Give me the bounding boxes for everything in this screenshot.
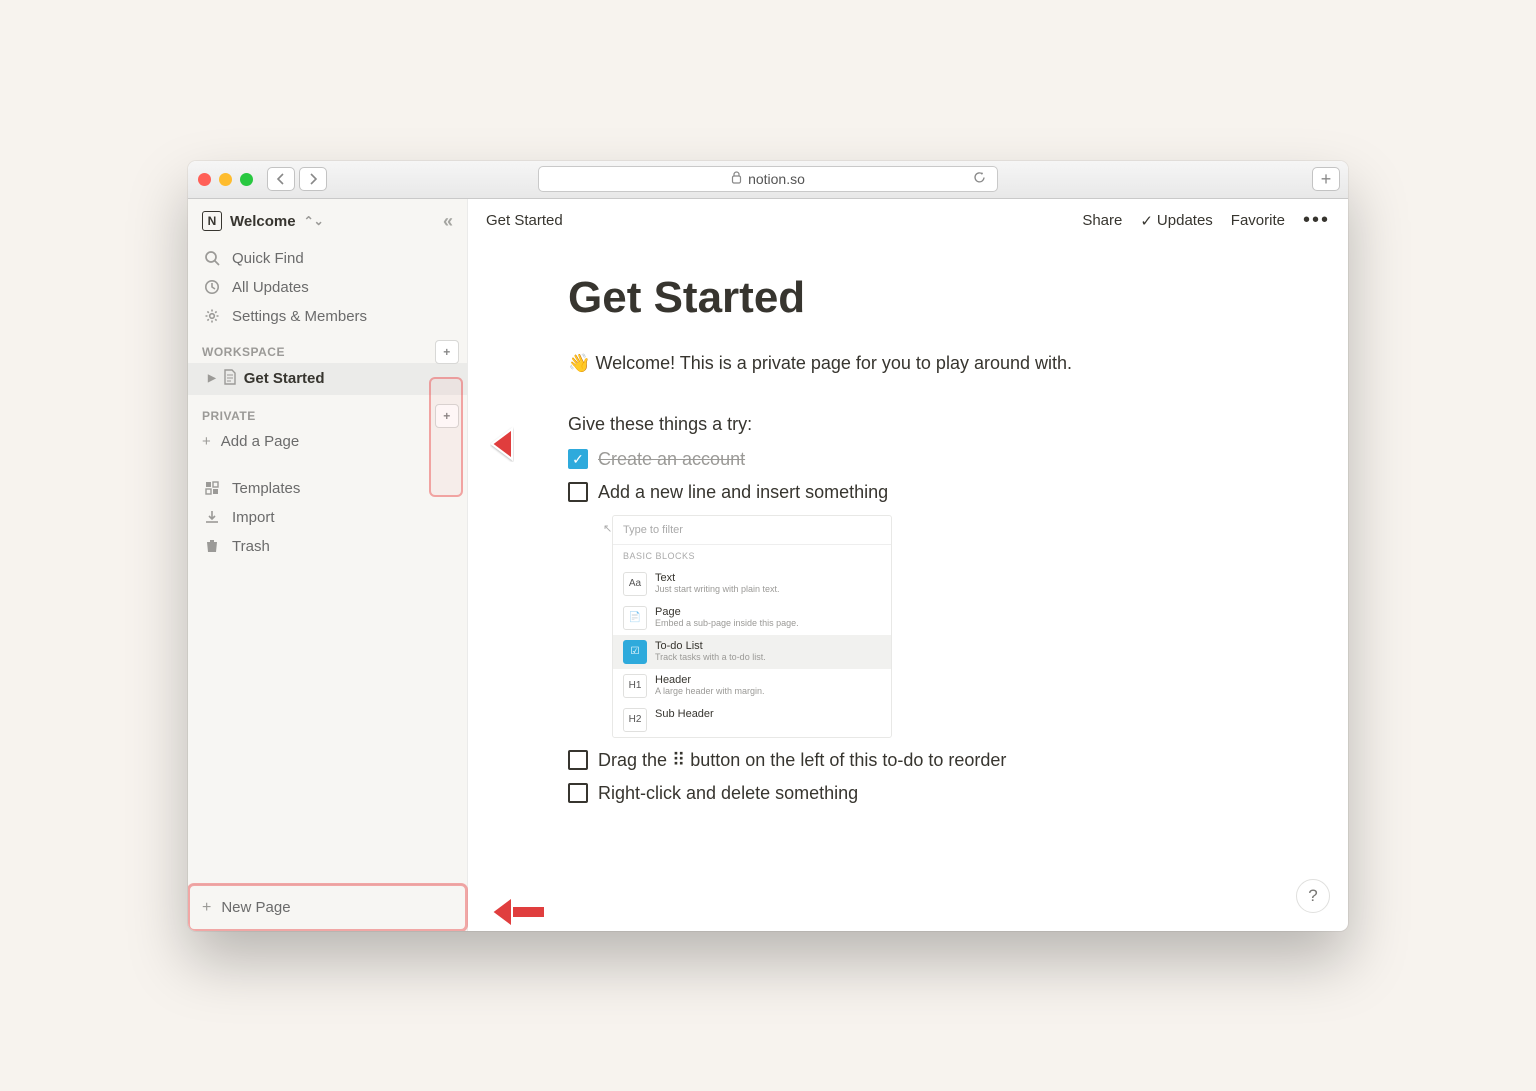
todo-item-2[interactable]: Drag the ⠿ button on the left of this to… [568, 750, 1248, 771]
window-controls [198, 173, 253, 186]
chevron-updown-icon: ⌃⌄ [304, 214, 324, 228]
collapse-sidebar-icon[interactable]: « [443, 211, 453, 232]
reload-icon[interactable] [972, 170, 987, 188]
forward-button[interactable] [299, 167, 327, 191]
templates-label: Templates [232, 480, 300, 497]
trash-icon [202, 538, 222, 554]
trash-label: Trash [232, 538, 270, 555]
titlebar: notion.so + [188, 161, 1348, 199]
todo-text: Create an account [598, 449, 745, 470]
browser-window: notion.so + N Welcome ⌃⌄ « Quick Find [188, 161, 1348, 931]
checkbox[interactable] [568, 783, 588, 803]
trash[interactable]: Trash [188, 532, 467, 561]
lock-icon [731, 171, 742, 187]
menu-item-todo: ☑ To-do ListTrack tasks with a to-do lis… [613, 635, 891, 669]
menu-item-text: Aa TextJust start writing with plain tex… [613, 567, 891, 601]
clock-icon [202, 279, 222, 295]
quick-find-label: Quick Find [232, 250, 304, 267]
todo-item-3[interactable]: Right-click and delete something [568, 783, 1248, 804]
close-window-button[interactable] [198, 173, 211, 186]
maximize-window-button[interactable] [240, 173, 253, 186]
templates[interactable]: Templates [188, 474, 467, 503]
todo-text: Right-click and delete something [598, 783, 858, 804]
all-updates-label: All Updates [232, 279, 309, 296]
workspace-name: Welcome [230, 213, 296, 230]
favorite-button[interactable]: Favorite [1231, 212, 1285, 229]
page-content: Get Started 👋 Welcome! This is a private… [468, 243, 1348, 931]
menu-item-header: H1 HeaderA large header with margin. [613, 669, 891, 703]
workspace-switcher[interactable]: N Welcome ⌃⌄ « [188, 199, 467, 244]
checkbox[interactable] [568, 482, 588, 502]
topbar: Get Started Share ✓ Updates Favorite ••• [468, 199, 1348, 243]
private-section-header: PRIVATE + [188, 395, 467, 427]
url-text: notion.so [748, 171, 805, 187]
checkbox[interactable] [568, 750, 588, 770]
new-page-label: New Page [221, 899, 290, 916]
more-menu-button[interactable]: ••• [1303, 209, 1330, 232]
url-bar[interactable]: notion.so [538, 166, 998, 192]
back-button[interactable] [267, 167, 295, 191]
help-button[interactable]: ? [1296, 879, 1330, 913]
check-icon: ✓ [1140, 212, 1153, 230]
add-a-page[interactable]: + Add a Page [188, 427, 467, 456]
sidebar-page-label: Get Started [244, 370, 325, 387]
all-updates[interactable]: All Updates [188, 273, 467, 302]
new-tab-button[interactable]: + [1312, 167, 1340, 191]
workspace-section-header: WORKSPACE + [188, 331, 467, 363]
import[interactable]: Import [188, 503, 467, 532]
try-heading: Give these things a try: [568, 414, 1248, 435]
todo-item-1[interactable]: Add a new line and insert something [568, 482, 1248, 503]
add-workspace-page-button[interactable]: + [435, 340, 459, 364]
menu-section-label: BASIC BLOCKS [613, 545, 891, 567]
menu-search: ↖ Type to filter [613, 516, 891, 545]
notion-logo-icon: N [202, 211, 222, 231]
templates-icon [202, 480, 222, 496]
settings-label: Settings & Members [232, 308, 367, 325]
plus-icon: + [202, 433, 211, 450]
plus-icon: + [202, 899, 211, 917]
quick-find[interactable]: Quick Find [188, 244, 467, 273]
checkbox-checked[interactable]: ✓ [568, 449, 588, 469]
wave-emoji-icon: 👋 [568, 353, 590, 373]
add-page-label: Add a Page [221, 433, 299, 450]
page-icon [222, 369, 238, 389]
menu-item-page: 📄 PageEmbed a sub-page inside this page. [613, 601, 891, 635]
welcome-text[interactable]: 👋 Welcome! This is a private page for yo… [568, 353, 1248, 374]
import-icon [202, 509, 222, 525]
main-area: Get Started Share ✓ Updates Favorite •••… [468, 199, 1348, 931]
slash-menu-illustration: ↖ Type to filter BASIC BLOCKS Aa TextJus… [612, 515, 892, 738]
annotation-highlight [429, 377, 463, 497]
import-label: Import [232, 509, 275, 526]
share-button[interactable]: Share [1082, 212, 1122, 229]
gear-icon [202, 308, 222, 324]
breadcrumb[interactable]: Get Started [486, 212, 563, 229]
menu-item-subheader: H2 Sub Header [613, 703, 891, 737]
sidebar: N Welcome ⌃⌄ « Quick Find All Updates [188, 199, 468, 931]
new-page-button[interactable]: + New Page [188, 884, 467, 931]
updates-button[interactable]: ✓ Updates [1140, 212, 1212, 230]
sidebar-page-get-started[interactable]: ▶ Get Started [188, 363, 467, 395]
todo-text: Drag the ⠿ button on the left of this to… [598, 750, 1006, 771]
search-icon [202, 250, 222, 266]
minimize-window-button[interactable] [219, 173, 232, 186]
page-title[interactable]: Get Started [568, 273, 1248, 323]
todo-item-0[interactable]: ✓ Create an account [568, 449, 1248, 470]
disclosure-triangle-icon[interactable]: ▶ [208, 373, 216, 384]
todo-text: Add a new line and insert something [598, 482, 888, 503]
settings-members[interactable]: Settings & Members [188, 302, 467, 331]
